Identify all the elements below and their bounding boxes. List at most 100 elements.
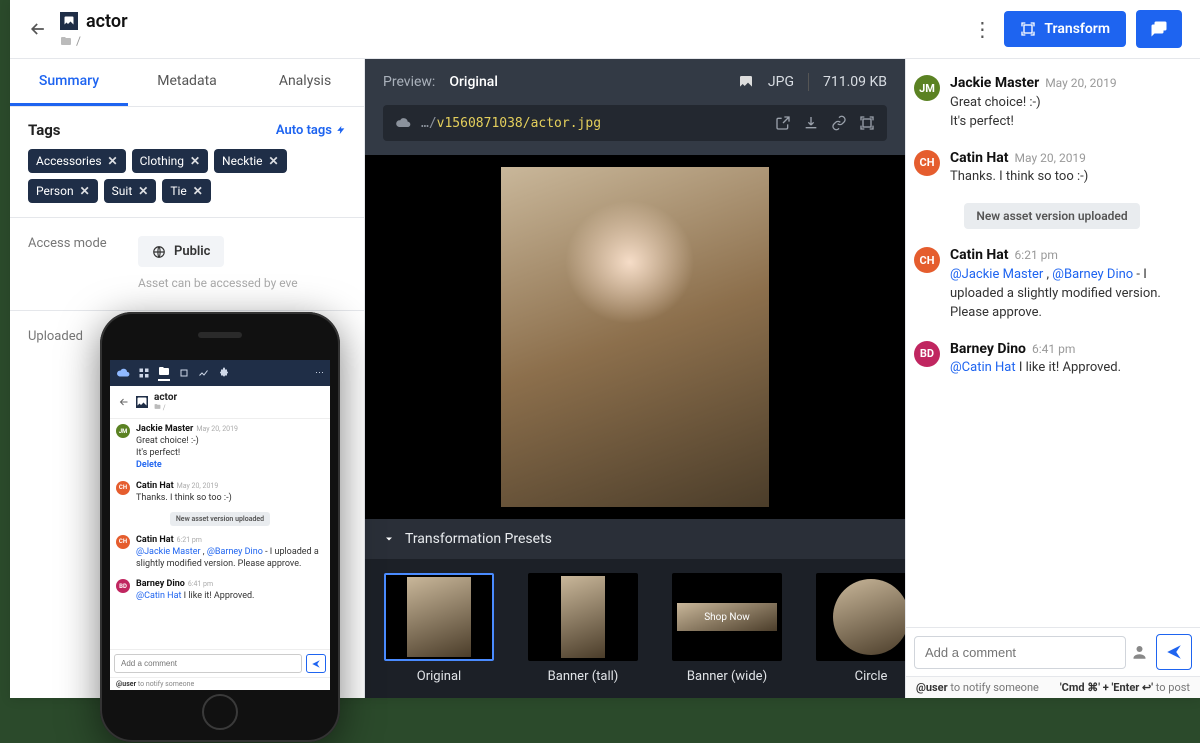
comment: JMJackie MasterMay 20, 2019Great choice!… — [914, 73, 1190, 132]
tab-metadata[interactable]: Metadata — [128, 59, 246, 106]
image-format-icon — [738, 74, 754, 90]
avatar: CH — [914, 247, 940, 273]
comment-author: Jackie Master — [950, 75, 1039, 91]
comment-time: May 20, 2019 — [177, 482, 219, 490]
avatar: CH — [116, 535, 130, 549]
tag-chip[interactable]: Suit✕ — [104, 179, 157, 203]
mention[interactable]: @Catin Hat — [136, 591, 181, 601]
tag-chip[interactable]: Accessories✕ — [28, 149, 126, 173]
image-preview[interactable] — [365, 155, 905, 519]
transform-button[interactable]: Transform — [1004, 11, 1126, 47]
comment-time: May 20, 2019 — [1015, 151, 1086, 165]
back-button[interactable] — [28, 19, 48, 39]
asset-title: actor — [86, 11, 128, 32]
tab-analysis[interactable]: Analysis — [246, 59, 364, 106]
cloud-icon[interactable] — [116, 366, 130, 380]
remove-tag-icon[interactable]: ✕ — [269, 154, 279, 168]
preset-banner-wide-[interactable]: Shop NowBanner (wide) — [667, 573, 787, 684]
chart-icon[interactable] — [198, 367, 210, 379]
phone-nav: ⋯ — [110, 360, 330, 386]
comment-input[interactable] — [914, 636, 1126, 669]
title-block: actor / — [60, 11, 958, 48]
comment-time: 6:41 pm — [1032, 342, 1075, 356]
add-user-icon[interactable] — [1132, 643, 1150, 661]
comment-time: 6:21 pm — [177, 536, 202, 544]
comment-author: Barney Dino — [950, 341, 1026, 357]
comment-time: May 20, 2019 — [196, 425, 238, 433]
preset-circle[interactable]: Circle — [811, 573, 905, 684]
grid-icon[interactable] — [138, 367, 150, 379]
download-icon[interactable] — [803, 115, 819, 131]
comment: CHCatin Hat6:21 pm@Jackie Master , @Barn… — [914, 245, 1190, 322]
system-message: New asset version uploaded — [914, 203, 1190, 229]
comment-author: Catin Hat — [136, 481, 174, 491]
comment-time: May 20, 2019 — [1045, 76, 1116, 90]
avatar: BD — [914, 341, 940, 367]
more-menu[interactable]: ⋮ — [970, 17, 994, 41]
tab-summary[interactable]: Summary — [10, 59, 128, 106]
tag-chip[interactable]: Clothing✕ — [132, 149, 208, 173]
remove-tag-icon[interactable]: ✕ — [80, 184, 90, 198]
access-mode-value[interactable]: Public — [138, 236, 224, 267]
file-size: 711.09 KB — [823, 74, 887, 90]
tabs: Summary Metadata Analysis — [10, 59, 364, 107]
comment-author: Catin Hat — [136, 535, 174, 545]
open-external-icon[interactable] — [775, 115, 791, 131]
phone-send-button[interactable] — [306, 654, 326, 673]
phone-comment-input[interactable] — [114, 654, 302, 673]
remove-tag-icon[interactable]: ✕ — [138, 184, 148, 198]
folder-icon[interactable] — [158, 365, 170, 381]
remove-tag-icon[interactable]: ✕ — [108, 154, 118, 168]
tags-heading: Tags — [28, 121, 61, 139]
preview-mode[interactable]: Original — [449, 74, 498, 90]
transform-icon[interactable] — [859, 115, 875, 131]
comment-author: Catin Hat — [950, 247, 1009, 263]
phone-back-icon[interactable] — [118, 396, 130, 408]
preset-original[interactable]: Original — [379, 573, 499, 684]
comment: CHCatin Hat6:21 pm@Jackie Master , @Barn… — [116, 534, 324, 570]
comment-time: 6:21 pm — [1015, 248, 1058, 262]
preview-label: Preview: — [383, 74, 435, 90]
tag-chip[interactable]: Necktie✕ — [214, 149, 287, 173]
file-format: JPG — [768, 74, 794, 90]
presets-toggle[interactable]: Transformation Presets — [365, 519, 905, 559]
comments-toggle-button[interactable] — [1136, 10, 1182, 48]
puzzle-icon[interactable] — [218, 367, 230, 379]
image-icon — [60, 12, 78, 30]
avatar: JM — [914, 75, 940, 101]
comments-list: JMJackie MasterMay 20, 2019Great choice!… — [906, 59, 1200, 627]
asset-url[interactable]: v1560871038/actor.jpg — [437, 116, 601, 131]
avatar: CH — [914, 150, 940, 176]
auto-tags-button[interactable]: Auto tags — [276, 123, 346, 138]
mention[interactable]: @Barney Dino — [207, 547, 263, 557]
phone-mockup: ⋯ actor / JMJackie MasterMay 20, 2019Gre… — [100, 312, 340, 742]
access-hint: Asset can be accessed by eve — [138, 275, 298, 292]
phone-title: actor — [154, 392, 177, 403]
phone-more-icon[interactable]: ⋯ — [315, 368, 324, 378]
preset-banner-tall-[interactable]: Banner (tall) — [523, 573, 643, 684]
mention[interactable]: @Catin Hat — [950, 360, 1016, 375]
remove-tag-icon[interactable]: ✕ — [190, 154, 200, 168]
avatar: BD — [116, 579, 130, 593]
comment: BDBarney Dino6:41 pm@Catin Hat I like it… — [914, 339, 1190, 379]
access-mode-label: Access mode — [28, 236, 118, 251]
delete-comment[interactable]: Delete — [136, 460, 162, 470]
send-button[interactable] — [1156, 634, 1192, 670]
comment: BDBarney Dino6:41 pm@Catin Hat I like it… — [116, 578, 324, 602]
tags-list: Accessories✕Clothing✕Necktie✕ Person✕Suit… — [28, 149, 346, 203]
tag-chip[interactable]: Person✕ — [28, 179, 98, 203]
mention[interactable]: @Barney Dino — [1052, 267, 1133, 282]
comment-time: 6:41 pm — [188, 580, 213, 588]
breadcrumb[interactable]: / — [76, 34, 81, 48]
comment: CHCatin HatMay 20, 2019Thanks. I think s… — [116, 480, 324, 504]
mention[interactable]: @Jackie Master — [136, 547, 201, 557]
link-icon[interactable] — [831, 115, 847, 131]
comment-author: Catin Hat — [950, 150, 1009, 166]
tag-chip[interactable]: Tie✕ — [162, 179, 211, 203]
system-message: New asset version uploaded — [116, 512, 324, 526]
mention[interactable]: @Jackie Master — [950, 267, 1043, 282]
remove-tag-icon[interactable]: ✕ — [193, 184, 203, 198]
crop-icon[interactable] — [178, 367, 190, 379]
comment: CHCatin HatMay 20, 2019Thanks. I think s… — [914, 148, 1190, 188]
url-bar: …/v1560871038/actor.jpg — [383, 105, 887, 141]
